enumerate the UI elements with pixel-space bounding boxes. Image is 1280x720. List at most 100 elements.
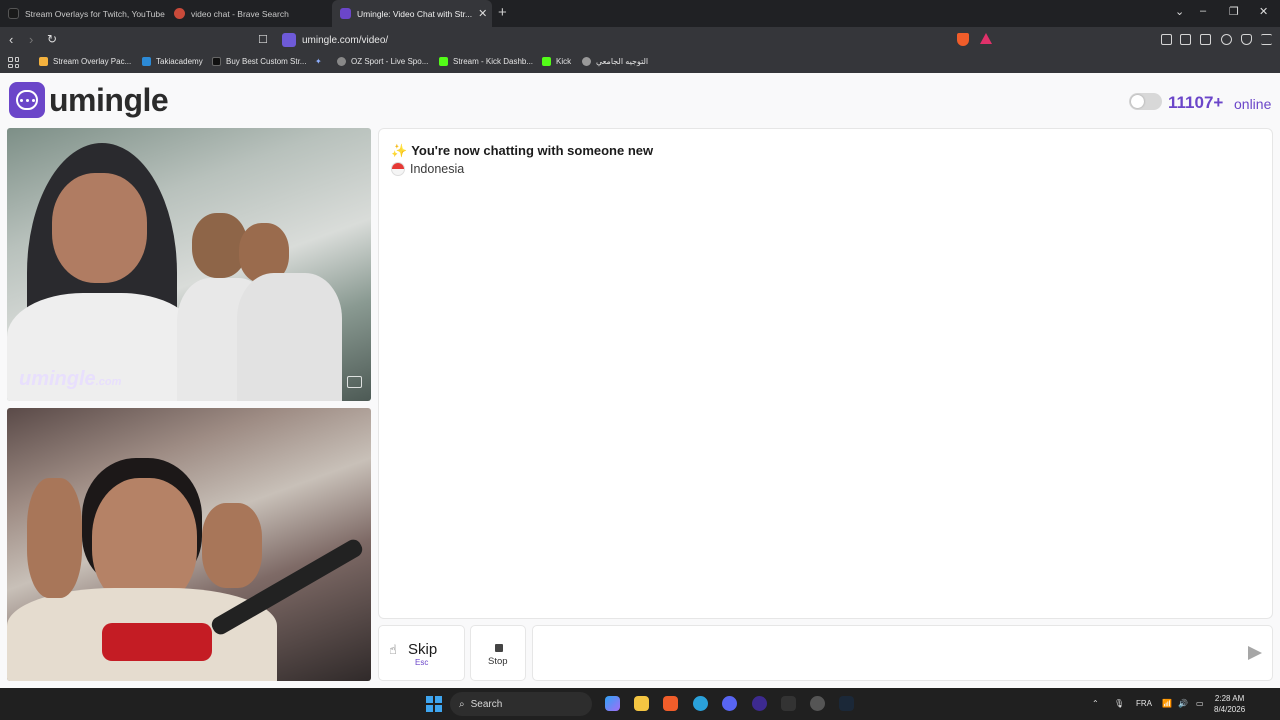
bookmark-favicon-icon (542, 57, 551, 66)
chat-status-text: You're now chatting with someone new (411, 143, 654, 158)
brave-rewards-icon[interactable] (980, 33, 992, 44)
clock-time: 2:28 AM (1214, 694, 1245, 703)
bookmark-favicon-icon (39, 57, 48, 66)
steam-icon[interactable] (839, 696, 854, 711)
tab-stream-overlays[interactable]: Stream Overlays for Twitch, YouTube... (0, 0, 165, 27)
new-tab-button[interactable]: + (498, 4, 507, 21)
theme-toggle[interactable] (1129, 93, 1162, 110)
umingle-logo-icon[interactable] (9, 82, 45, 118)
app-icon[interactable] (781, 696, 796, 711)
microphone (102, 623, 212, 661)
skip-shortcut: Esc (415, 658, 429, 667)
menu-icon[interactable] (1261, 34, 1272, 45)
back-icon[interactable]: ‹ (9, 32, 13, 47)
leo-ai-icon[interactable] (1221, 34, 1232, 45)
stop-icon (495, 644, 503, 652)
extensions-icon[interactable] (1161, 34, 1172, 45)
search-icon: ⌕ (459, 698, 465, 710)
microphone-icon[interactable]: 🎙 (1114, 699, 1124, 708)
tray-overflow-icon[interactable]: ⌃ (1092, 699, 1099, 708)
stop-button[interactable]: Stop (470, 625, 526, 681)
tab-list-chevron-icon[interactable]: ⌄ (1175, 5, 1184, 18)
bookmark-label: Takiacademy (156, 57, 203, 66)
tab-favicon-icon (174, 8, 185, 19)
input-language[interactable]: FRA (1136, 699, 1152, 708)
tab-title: video chat - Brave Search (191, 8, 289, 19)
tab-favicon-icon (340, 8, 351, 19)
reload-icon[interactable]: ↻ (47, 32, 57, 46)
bookmark-kick[interactable]: Kick (542, 57, 571, 66)
gemini-bookmark-icon[interactable]: ✦ (315, 57, 322, 66)
bookmark-stream-overlay[interactable]: Stream Overlay Pac... (39, 57, 131, 66)
bookmark-tawjih[interactable]: التوجيه الجامعي (582, 57, 648, 66)
address-bar[interactable]: umingle.com/video/ (276, 29, 1000, 51)
bookmark-label: Buy Best Custom Str... (226, 57, 307, 66)
stop-label: Stop (488, 656, 508, 667)
file-explorer-icon[interactable] (634, 696, 649, 711)
tab-favicon-icon (8, 8, 19, 19)
bookmark-buy-custom[interactable]: Buy Best Custom Str... (212, 57, 306, 66)
close-tab-icon[interactable]: ✕ (478, 7, 487, 20)
bookmark-favicon-icon (439, 57, 448, 66)
indonesia-flag-icon (391, 162, 405, 176)
brave-browser-icon[interactable] (663, 696, 678, 711)
battery-icon[interactable]: ▭ (1196, 699, 1204, 708)
forward-icon[interactable]: › (29, 32, 33, 47)
hand-cursor-icon: ☝ (389, 642, 397, 657)
bookmark-oz-sport[interactable]: OZ Sport - Live Spo... (337, 57, 428, 66)
message-input[interactable] (532, 625, 1273, 681)
wifi-icon[interactable]: 📶 (1162, 699, 1172, 708)
obs-icon[interactable] (752, 696, 767, 711)
vpn-icon[interactable] (1241, 34, 1252, 45)
maximize-icon[interactable]: ❐ (1229, 5, 1239, 18)
telegram-icon[interactable] (693, 696, 708, 711)
app-icon[interactable] (810, 696, 825, 711)
person-face (52, 173, 147, 283)
clock-date: 8/4/2026 (1214, 705, 1246, 714)
tab-umingle[interactable]: Umingle: Video Chat with Str... ✕ (332, 0, 492, 27)
bookmark-takiacademy[interactable]: Takiacademy (142, 57, 203, 66)
taskbar-search[interactable]: ⌕ Search (450, 692, 592, 716)
navigation-bar: ‹ › ↻ ☐ umingle.com/video/ (0, 27, 1280, 53)
skip-label: Skip (408, 641, 438, 658)
bookmark-label: Stream - Kick Dashb... (453, 57, 534, 66)
minimize-icon[interactable]: – (1200, 5, 1206, 17)
bookmark-label: Stream Overlay Pac... (53, 57, 132, 66)
site-logo-text[interactable]: umingle (49, 82, 169, 119)
windows-start-icon[interactable] (426, 696, 442, 712)
bookmark-icon[interactable]: ☐ (258, 33, 268, 46)
send-icon[interactable] (1248, 646, 1262, 660)
bookmark-label: Kick (556, 57, 572, 66)
country-name: Indonesia (410, 162, 465, 176)
bookmark-kick-dashboard[interactable]: Stream - Kick Dashb... (439, 57, 533, 66)
brave-shields-icon[interactable] (957, 33, 969, 46)
report-flag-icon[interactable] (347, 376, 362, 388)
person-shirt (237, 273, 342, 401)
discord-icon[interactable] (722, 696, 737, 711)
stranger-video: umingle.com (7, 128, 371, 401)
taskbar-clock[interactable]: 2:28 AM 8/4/2026 (1214, 693, 1245, 715)
volume-icon[interactable]: 🔊 (1178, 699, 1188, 708)
site-info-icon[interactable] (282, 33, 296, 47)
taskbar-search-label: Search (470, 698, 503, 710)
url-text[interactable]: umingle.com/video/ (302, 35, 388, 46)
apps-grid-icon[interactable] (8, 57, 19, 68)
close-window-icon[interactable]: ✕ (1259, 5, 1268, 18)
tab-brave-search[interactable]: video chat - Brave Search (166, 0, 331, 27)
bookmark-label: التوجيه الجامعي (596, 57, 649, 66)
bookmark-favicon-icon (337, 57, 346, 66)
online-count: 11107+ (1168, 93, 1224, 112)
chat-panel: ✨ You're now chatting with someone new In… (378, 128, 1273, 619)
chat-status-message: ✨ You're now chatting with someone new (391, 143, 653, 159)
tab-title: Stream Overlays for Twitch, YouTube... (25, 8, 165, 19)
skip-button[interactable]: ☝ Skip Esc (378, 625, 465, 681)
bookmark-favicon-icon (582, 57, 591, 66)
bookmark-label: OZ Sport - Live Spo... (351, 57, 429, 66)
sidebar-icon[interactable] (1180, 34, 1191, 45)
wallet-icon[interactable] (1200, 34, 1211, 45)
copilot-icon[interactable] (605, 696, 620, 711)
bookmark-favicon-icon (212, 57, 221, 66)
stranger-country: Indonesia (391, 162, 464, 176)
self-video (7, 408, 371, 681)
raised-arm (202, 503, 262, 588)
